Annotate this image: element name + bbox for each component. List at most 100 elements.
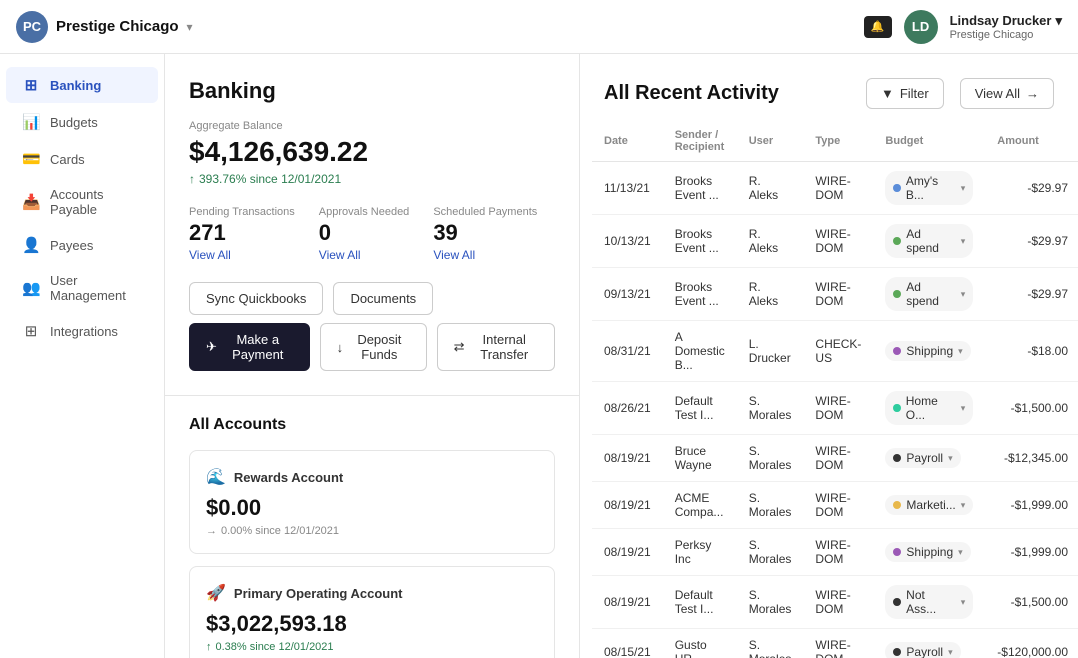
sync-quickbooks-button[interactable]: Sync Quickbooks <box>189 282 323 315</box>
deposit-funds-button[interactable]: ↓ Deposit Funds <box>320 323 427 371</box>
cell-budget[interactable]: Shipping ▾ <box>873 321 985 382</box>
cell-sender: Default Test I... <box>663 382 737 435</box>
sidebar-item-banking[interactable]: ⊞ Banking <box>6 67 158 103</box>
cell-amount: -$29.97 <box>985 162 1078 215</box>
cell-user: R. Aleks <box>737 268 804 321</box>
table-row[interactable]: 08/19/21 Perksy Inc S. Morales WIRE-DOM … <box>592 529 1078 576</box>
account-card: 🚀 Primary Operating Account $3,022,593.1… <box>189 566 555 658</box>
cell-budget[interactable]: Amy's B... ▾ <box>873 162 985 215</box>
approvals-label: Approvals Needed <box>319 206 410 218</box>
sidebar-item-budgets[interactable]: 📊 Budgets <box>6 104 158 140</box>
budget-pill[interactable]: Ad spend ▾ <box>885 277 973 311</box>
cell-date: 08/19/21 <box>592 529 663 576</box>
action-buttons-row1: Sync Quickbooks Documents <box>189 282 555 315</box>
stats-row: Pending Transactions 271 View All Approv… <box>189 206 555 262</box>
cell-user: S. Morales <box>737 629 804 658</box>
table-row[interactable]: 08/15/21 Gusto HR S. Morales WIRE-DOM Pa… <box>592 629 1078 658</box>
budget-pill[interactable]: Shipping ▾ <box>885 542 970 562</box>
budget-chevron-icon: ▾ <box>948 453 953 464</box>
cell-budget[interactable]: Home O... ▾ <box>873 382 985 435</box>
cell-sender: Perksy Inc <box>663 529 737 576</box>
sidebar-label-payees: Payees <box>50 238 93 253</box>
pending-value: 271 <box>189 220 295 246</box>
accounts-payable-icon: 📥 <box>22 193 40 211</box>
table-row[interactable]: 09/13/21 Brooks Event ... R. Aleks WIRE-… <box>592 268 1078 321</box>
cell-user: S. Morales <box>737 529 804 576</box>
activity-title: All Recent Activity <box>604 82 779 105</box>
budget-pill[interactable]: Home O... ▾ <box>885 391 973 425</box>
documents-button[interactable]: Documents <box>333 282 433 315</box>
table-row[interactable]: 08/26/21 Default Test I... S. Morales WI… <box>592 382 1078 435</box>
cell-sender: Brooks Event ... <box>663 162 737 215</box>
col-header-type: Type <box>803 121 873 162</box>
scheduled-value: 39 <box>433 220 537 246</box>
approvals-view-all[interactable]: View All <box>319 248 410 262</box>
account-icon: 🌊 <box>206 467 226 487</box>
table-row[interactable]: 08/19/21 Default Test I... S. Morales WI… <box>592 576 1078 629</box>
pending-view-all[interactable]: View All <box>189 248 295 262</box>
budget-pill[interactable]: Marketi... ▾ <box>885 495 973 515</box>
brand-chevron-icon[interactable]: ▾ <box>187 20 193 34</box>
sidebar-item-accounts-payable[interactable]: 📥 Accounts Payable <box>6 178 158 226</box>
cell-user: R. Aleks <box>737 215 804 268</box>
scheduled-view-all[interactable]: View All <box>433 248 537 262</box>
change-pct: 0.38% since 12/01/2021 <box>216 641 334 653</box>
cell-budget[interactable]: Marketi... ▾ <box>873 482 985 529</box>
budget-pill[interactable]: Not Ass... ▾ <box>885 585 973 619</box>
user-avatar[interactable]: LD <box>904 10 938 44</box>
cell-date: 08/19/21 <box>592 435 663 482</box>
budget-chevron-icon: ▾ <box>958 547 963 558</box>
make-payment-button[interactable]: ✈ Make a Payment <box>189 323 310 371</box>
cell-budget[interactable]: Payroll ▾ <box>873 435 985 482</box>
table-row[interactable]: 08/19/21 Bruce Wayne S. Morales WIRE-DOM… <box>592 435 1078 482</box>
cell-date: 08/15/21 <box>592 629 663 658</box>
table-row[interactable]: 08/19/21 ACME Compa... S. Morales WIRE-D… <box>592 482 1078 529</box>
col-header-sender: Sender / Recipient <box>663 121 737 162</box>
budget-chevron-icon: ▾ <box>958 346 963 357</box>
budget-color-dot <box>893 648 901 656</box>
cell-budget[interactable]: Ad spend ▾ <box>873 268 985 321</box>
sidebar-item-cards[interactable]: 💳 Cards <box>6 141 158 177</box>
table-row[interactable]: 08/31/21 A Domestic B... L. Drucker CHEC… <box>592 321 1078 382</box>
filter-button[interactable]: ▼ Filter <box>866 78 944 109</box>
internal-transfer-button[interactable]: ⇄ Internal Transfer <box>437 323 555 371</box>
sidebar: ⊞ Banking 📊 Budgets 💳 Cards 📥 Accounts P… <box>0 54 165 658</box>
user-org: Prestige Chicago <box>950 29 1062 41</box>
cell-budget[interactable]: Shipping ▾ <box>873 529 985 576</box>
cell-type: WIRE-DOM <box>803 215 873 268</box>
cell-type: WIRE-DOM <box>803 482 873 529</box>
user-management-icon: 👥 <box>22 279 40 297</box>
view-all-button[interactable]: View All → <box>960 78 1054 109</box>
table-row[interactable]: 11/13/21 Brooks Event ... R. Aleks WIRE-… <box>592 162 1078 215</box>
table-row[interactable]: 10/13/21 Brooks Event ... R. Aleks WIRE-… <box>592 215 1078 268</box>
budget-pill[interactable]: Payroll ▾ <box>885 642 960 658</box>
banking-icon: ⊞ <box>22 76 40 94</box>
budget-pill[interactable]: Payroll ▾ <box>885 448 960 468</box>
sidebar-item-user-management[interactable]: 👥 User Management <box>6 264 158 312</box>
cell-amount: -$1,999.00 <box>985 482 1078 529</box>
cell-type: WIRE-DOM <box>803 529 873 576</box>
cell-budget[interactable]: Ad spend ▾ <box>873 215 985 268</box>
budget-chevron-icon: ▾ <box>961 236 966 247</box>
budget-label: Payroll <box>906 645 943 658</box>
cell-date: 10/13/21 <box>592 215 663 268</box>
budget-pill[interactable]: Amy's B... ▾ <box>885 171 973 205</box>
bell-icon: 🔔 <box>871 20 885 33</box>
cell-user: S. Morales <box>737 482 804 529</box>
notifications-button[interactable]: 🔔 <box>864 16 892 38</box>
cell-budget[interactable]: Not Ass... ▾ <box>873 576 985 629</box>
cell-user: R. Aleks <box>737 162 804 215</box>
sidebar-item-payees[interactable]: 👤 Payees <box>6 227 158 263</box>
cell-user: S. Morales <box>737 435 804 482</box>
change-value: 393.76% since 12/01/2021 <box>199 172 341 186</box>
budget-pill[interactable]: Ad spend ▾ <box>885 224 973 258</box>
budget-pill[interactable]: Shipping ▾ <box>885 341 970 361</box>
account-name: Rewards Account <box>234 470 343 485</box>
cell-sender: Default Test I... <box>663 576 737 629</box>
sidebar-item-integrations[interactable]: ⊞ Integrations <box>6 313 158 349</box>
col-header-date: Date <box>592 121 663 162</box>
balance-label: Aggregate Balance <box>189 120 555 132</box>
cell-budget[interactable]: Payroll ▾ <box>873 629 985 658</box>
brand-section: PC Prestige Chicago ▾ <box>16 11 193 43</box>
user-chevron-icon[interactable]: ▾ <box>1055 13 1062 29</box>
